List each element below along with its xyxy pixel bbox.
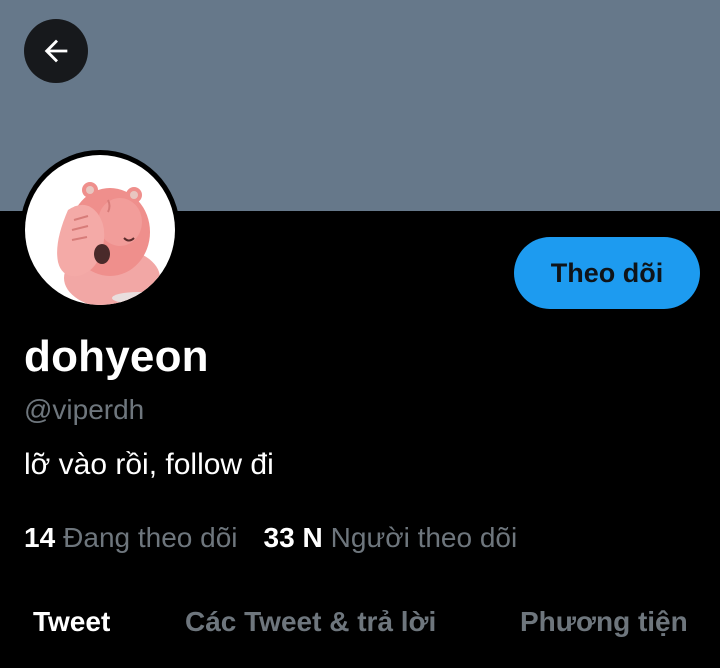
tab-media[interactable]: Phương tiện — [520, 606, 688, 638]
profile-bio: lỡ vào rồi, follow đi — [24, 448, 274, 481]
followers-count: 33 N — [263, 522, 323, 553]
following-label: Đang theo dõi — [63, 522, 238, 553]
following-count: 14 — [24, 522, 56, 553]
avatar[interactable] — [20, 150, 180, 310]
profile-stats: 14 Đang theo dõi 33 N Người theo dõi — [24, 522, 517, 554]
following-stat[interactable]: 14 Đang theo dõi — [24, 522, 238, 554]
arrow-left-icon — [44, 39, 68, 63]
pink-bear-avatar — [25, 155, 175, 305]
tab-tweets-and-replies[interactable]: Các Tweet & trả lời — [185, 606, 436, 638]
display-name: dohyeon — [24, 332, 209, 381]
follow-button[interactable]: Theo dõi — [514, 237, 700, 309]
back-button[interactable] — [24, 19, 88, 83]
profile-tabs: Tweet Các Tweet & trả lời Phương tiện — [0, 606, 720, 656]
tab-tweets[interactable]: Tweet — [33, 606, 110, 638]
username-handle: @viperdh — [24, 394, 145, 425]
followers-label: Người theo dõi — [330, 522, 518, 553]
followers-stat[interactable]: 33 N Người theo dõi — [264, 522, 518, 554]
